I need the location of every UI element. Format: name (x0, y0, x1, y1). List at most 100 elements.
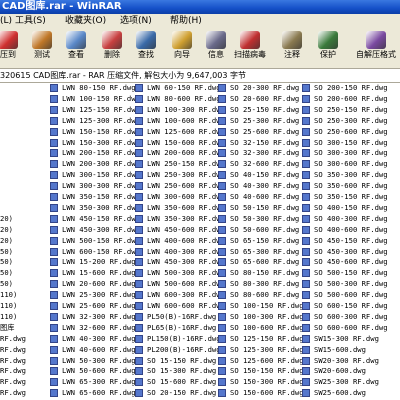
toolbar-button-6[interactable]: 信息 (200, 29, 232, 67)
toolbar-button-9[interactable]: 保护 (312, 29, 344, 67)
toolbar: 压到 测试 查看 删除 查找 向导 信息 扫描病毒 注释 保护 自解压格式 (0, 28, 400, 69)
dwg-file-icon (135, 247, 143, 256)
dwg-file-icon (302, 312, 310, 321)
dwg-file-icon (218, 203, 226, 212)
file-name: SO 500-600 RF.dwg (314, 290, 388, 300)
toolbar-button-0[interactable]: 压到 (0, 29, 24, 67)
dwg-file-icon (135, 258, 143, 267)
menu-item-options[interactable]: 选项(N) (120, 14, 152, 28)
file-name: 20) (0, 213, 13, 223)
file-name: SO 350-300 RF.dwg (314, 170, 388, 180)
file-name: 50) (0, 246, 13, 256)
toolbar-button-3[interactable]: 删除 (96, 29, 128, 67)
dwg-file-icon (302, 84, 310, 92)
toolbar-button-4[interactable]: 查找 (130, 29, 162, 67)
toolbar-button-label: 注释 (284, 50, 300, 59)
file-name: SO 450-300 RF.dwg (314, 246, 388, 256)
file-name: LWN 100-600 RF.dwg (147, 115, 225, 125)
dwg-file-icon (50, 312, 58, 321)
file-name: SO 450-150 RF.dwg (314, 235, 388, 245)
toolbar-button-1[interactable]: 测试 (26, 29, 58, 67)
dwg-file-icon (50, 291, 58, 300)
menu-item-tools[interactable]: 工具(S) (15, 14, 46, 28)
dwg-file-icon (135, 105, 143, 114)
toolbar-button-8[interactable]: 注释 (276, 29, 308, 67)
dwg-file-icon (218, 378, 226, 387)
file-name: LWN 25-300 RF.dwg (62, 290, 136, 300)
dwg-file-icon (302, 323, 310, 332)
dwg-file-icon (135, 280, 143, 289)
dwg-file-icon (302, 334, 310, 343)
file-name: PL200(B)-16RF.dwg (147, 344, 221, 354)
dwg-file-icon (135, 291, 143, 300)
file-name: SO 125-600 RF.dwg (230, 355, 304, 365)
sfx-icon (366, 31, 386, 49)
dwg-file-icon (50, 378, 58, 387)
toolbar-button-5[interactable]: 向导 (166, 29, 198, 67)
file-name: LWN 600-300 RF.dwg (147, 290, 225, 300)
file-name: LWN 80-600 RF.dwg (147, 93, 221, 103)
dwg-file-icon (218, 280, 226, 289)
file-name: 110) (0, 301, 18, 310)
menu-item-help[interactable]: 帮助(H) (170, 14, 202, 28)
file-name: SO 500-150 RF.dwg (314, 268, 388, 278)
file-name: LWN 150-150 RF.dwg (62, 126, 140, 136)
file-name: SO 20-600 RF.dwg (230, 93, 300, 103)
file-name: LWN 300-300 RF.dwg (62, 181, 140, 191)
dwg-file-icon (50, 193, 58, 201)
dwg-file-icon (302, 280, 310, 289)
dwg-file-icon (50, 280, 58, 289)
file-name: LWN 125-150 RF.dwg (62, 104, 140, 114)
file-name: SO 600-300 RF.dwg (314, 311, 388, 321)
file-name: LWN 200-150 RF.dwg (62, 148, 140, 158)
toolbar-button-label: 删除 (104, 50, 120, 59)
file-name: PL50(B)-16RF.dwg (147, 311, 217, 321)
menu-item-file[interactable]: (L) (0, 14, 12, 28)
file-name: 50) (0, 279, 13, 289)
dwg-file-icon (50, 345, 58, 354)
file-name: LWN 50-600 RF.dwg (62, 366, 136, 376)
dwg-file-icon (218, 389, 226, 398)
file-name: SW25-600.dwg (314, 388, 366, 398)
toolbar-button-2[interactable]: 查看 (60, 29, 92, 67)
file-name: SO 25-150 RF.dwg (230, 104, 300, 114)
toolbar-button-10[interactable]: 自解压格式 (350, 29, 400, 67)
file-name: SO 15-600 RF.dwg (147, 377, 217, 387)
dwg-file-icon (218, 160, 226, 169)
toolbar-button-label: 扫描病毒 (234, 50, 266, 59)
file-name: SO 25-300 RF.dwg (230, 115, 300, 125)
dwg-file-icon (135, 312, 143, 321)
toolbar-button-label: 保护 (320, 50, 336, 59)
file-list[interactable]: 20) 20) 20) 50) 50) 50) 50) 110) 110) 110) 图库 RF.dw… (0, 83, 400, 400)
toolbar-button-label: 信息 (208, 50, 224, 59)
dwg-file-icon (218, 269, 226, 278)
file-name: LWN 600-150 RF.dwg (62, 246, 140, 256)
dwg-file-icon (218, 214, 226, 223)
dwg-file-icon (50, 258, 58, 267)
dwg-file-icon (218, 247, 226, 256)
file-name: LWN 40-600 RF.dwg (62, 344, 136, 354)
file-name: SO 50-300 RF.dwg (230, 213, 300, 223)
dwg-file-icon (135, 182, 143, 191)
file-name: LWN 15-600 RF.dwg (62, 268, 136, 278)
dwg-file-icon (218, 334, 226, 343)
toolbar-button-7[interactable]: 扫描病毒 (234, 29, 266, 67)
file-name: SO 32-300 RF.dwg (230, 148, 300, 158)
file-name: SO 80-600 RF.dwg (230, 290, 300, 300)
dwg-file-icon (302, 193, 310, 201)
dwg-file-icon (218, 225, 226, 234)
dwg-file-icon (50, 367, 58, 376)
file-name: SO 400-600 RF.dwg (314, 224, 388, 234)
menu-item-favorites[interactable]: 收藏夹(O) (65, 14, 106, 28)
dwg-file-icon (50, 127, 58, 136)
dwg-file-icon (302, 236, 310, 245)
dwg-file-icon (50, 356, 58, 365)
dwg-file-icon (302, 127, 310, 136)
file-name: SO 600-600 RF.dwg (314, 322, 388, 332)
file-column-2: LWN 60-150 RF.dwg LWN 80-600 RF.dwg LWN 10… (135, 83, 225, 400)
file-name: LWN 350-150 RF.dwg (62, 192, 140, 201)
delete-icon (102, 31, 122, 49)
toolbar-button-label: 查找 (138, 50, 154, 59)
file-name: LWN 100-150 RF.dwg (62, 93, 140, 103)
dwg-file-icon (218, 291, 226, 300)
